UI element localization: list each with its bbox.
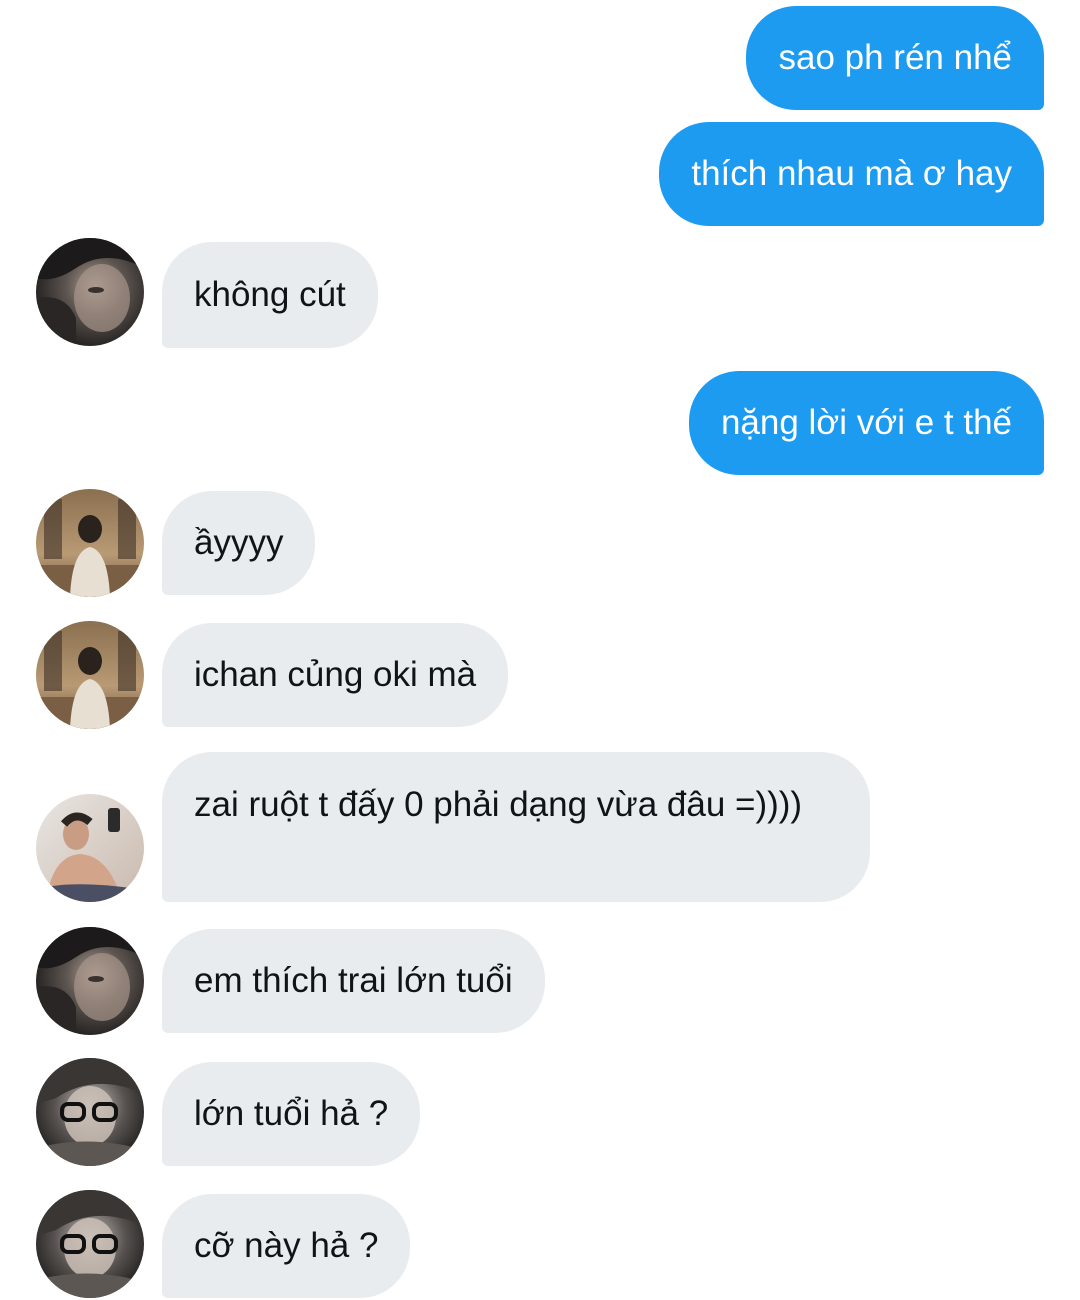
girl-avatar[interactable]: [36, 927, 144, 1035]
outgoing-message-bubble[interactable]: sao ph rén nhể: [746, 6, 1044, 110]
incoming-message-bubble[interactable]: cỡ này hả ?: [162, 1194, 411, 1298]
glasses-guy-avatar[interactable]: [36, 1058, 144, 1166]
message-row: sao ph rén nhể: [0, 6, 1080, 110]
outgoing-message-bubble[interactable]: thích nhau mà ơ hay: [659, 122, 1044, 226]
incoming-message-bubble[interactable]: em thích trai lớn tuổi: [162, 929, 545, 1033]
message-row: em thích trai lớn tuổi: [0, 927, 1080, 1035]
message-row: lớn tuổi hả ?: [0, 1058, 1080, 1166]
incoming-message-bubble[interactable]: lớn tuổi hả ?: [162, 1062, 421, 1166]
message-row: nặng lời với e t thế: [0, 371, 1080, 475]
message-row: không cút: [0, 238, 1080, 348]
outgoing-message-bubble[interactable]: nặng lời với e t thế: [688, 371, 1044, 475]
incoming-message-bubble[interactable]: ầyyyy: [162, 491, 316, 595]
girl-avatar[interactable]: [36, 238, 144, 346]
message-row: cỡ này hả ?: [0, 1190, 1080, 1298]
message-row: zai ruột t đấy 0 phải dạng vừa đâu =)))): [0, 752, 1080, 902]
hallway-guy-avatar[interactable]: [36, 621, 144, 729]
chat-screen: sao ph rén nhể thích nhau mà ơ hay không…: [0, 0, 1080, 1300]
mirror-selfie-avatar[interactable]: [36, 794, 144, 902]
hallway-guy-avatar[interactable]: [36, 489, 144, 597]
incoming-message-bubble[interactable]: không cút: [162, 242, 378, 348]
message-row: thích nhau mà ơ hay: [0, 122, 1080, 226]
message-row: ichan củng oki mà: [0, 621, 1080, 729]
incoming-message-bubble[interactable]: ichan củng oki mà: [162, 623, 509, 727]
message-row: ầyyyy: [0, 489, 1080, 597]
incoming-message-bubble[interactable]: zai ruột t đấy 0 phải dạng vừa đâu =)))): [162, 752, 870, 902]
glasses-guy-avatar[interactable]: [36, 1190, 144, 1298]
